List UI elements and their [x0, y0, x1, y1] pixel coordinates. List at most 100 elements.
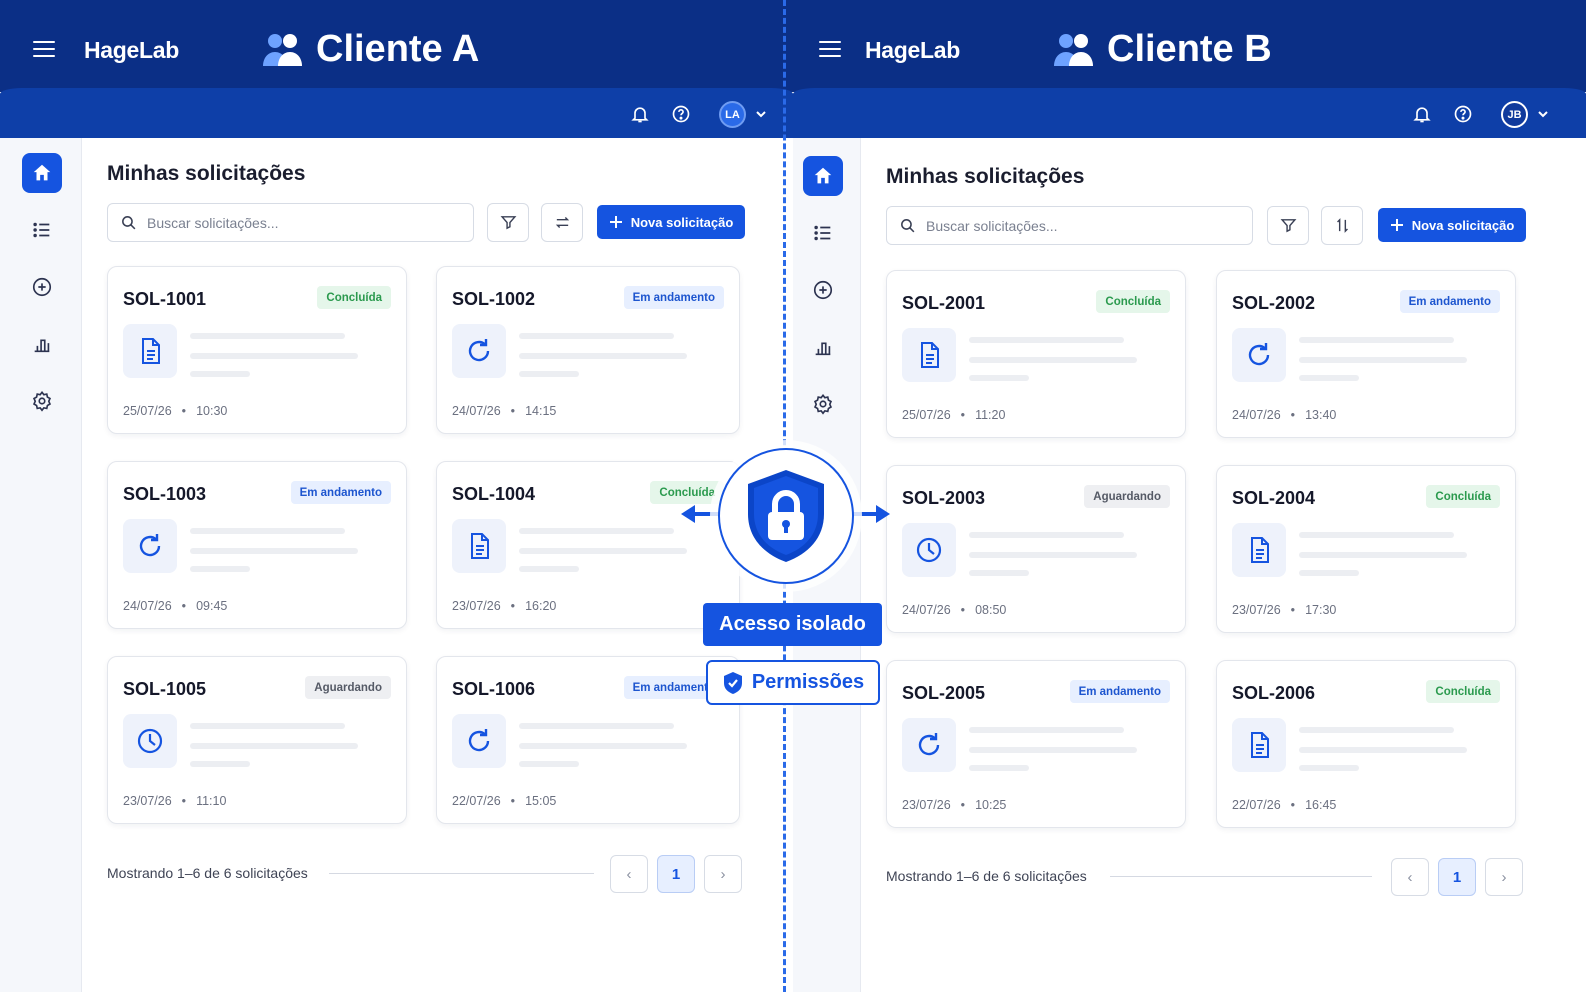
filter-button[interactable] [1267, 206, 1309, 245]
placeholder-line [190, 723, 345, 729]
request-id: SOL-1003 [123, 484, 207, 504]
status-badge: Aguardando [305, 676, 391, 699]
placeholder-line [1299, 727, 1454, 733]
next-page-button[interactable]: › [1485, 858, 1523, 896]
users-icon [263, 33, 302, 66]
request-id: SOL-2005 [902, 683, 986, 703]
home-icon [814, 167, 832, 184]
hamburger-menu-icon[interactable] [819, 41, 841, 59]
request-id: SOL-2004 [1232, 488, 1316, 508]
sidebar [0, 138, 82, 992]
search-input[interactable] [926, 217, 1226, 234]
request-id: SOL-2002 [1232, 293, 1316, 313]
main-content: Minhas solicitações Nova solicitação SOL… [861, 138, 1586, 992]
placeholder-line [969, 570, 1029, 576]
clock-icon [902, 523, 956, 577]
help-icon[interactable] [671, 104, 691, 124]
bell-icon[interactable] [1412, 104, 1432, 124]
sidebar-item-settings[interactable] [803, 384, 843, 424]
page-1-button[interactable]: 1 [657, 855, 695, 893]
request-card[interactable]: SOL-1003 Em andamento 24/07/26 • 09:45 [107, 461, 407, 629]
placeholder-line [1299, 375, 1359, 381]
request-meta: 23/07/26 • 10:25 [902, 798, 1006, 812]
document-icon [452, 519, 506, 573]
placeholder-line [190, 566, 250, 572]
separator-dot: • [1290, 603, 1296, 617]
request-card[interactable]: SOL-1002 Em andamento 24/07/26 • 14:15 [436, 266, 740, 434]
bar-chart-icon [815, 342, 831, 356]
request-date: 22/07/26 [1232, 798, 1281, 812]
request-card[interactable]: SOL-1004 Concluída 23/07/26 • 16:20 [436, 461, 740, 629]
filter-button[interactable] [487, 203, 529, 242]
request-time: 17:30 [1305, 603, 1337, 617]
chevron-down-icon[interactable] [755, 108, 767, 120]
request-card[interactable]: SOL-1001 Concluída 25/07/26 • 10:30 [107, 266, 407, 434]
placeholder-line [1299, 337, 1454, 343]
help-icon[interactable] [1453, 104, 1473, 124]
request-card[interactable]: SOL-2003 Aguardando 24/07/26 • 08:50 [886, 465, 1186, 633]
sidebar-item-add[interactable] [22, 267, 62, 307]
refresh-icon [1232, 328, 1286, 382]
new-request-button[interactable]: Nova solicitação [597, 205, 745, 239]
document-icon [1232, 523, 1286, 577]
sidebar-item-settings[interactable] [22, 381, 62, 421]
avatar[interactable]: LA [719, 101, 746, 128]
placeholder-line [519, 548, 687, 554]
client-title: Cliente B [1053, 28, 1272, 71]
bell-icon[interactable] [630, 104, 650, 124]
new-request-button[interactable]: Nova solicitação [1378, 208, 1526, 242]
placeholder-line [969, 337, 1124, 343]
pagination-summary: Mostrando 1–6 de 6 solicitações [107, 865, 308, 881]
placeholder-line [519, 333, 674, 339]
request-card[interactable]: SOL-2004 Concluída 23/07/26 • 17:30 [1216, 465, 1516, 633]
placeholder-line [519, 723, 674, 729]
chevron-down-icon[interactable] [1537, 108, 1549, 120]
prev-page-button[interactable]: ‹ [1391, 858, 1429, 896]
sidebar-item-home[interactable] [22, 153, 62, 193]
avatar[interactable]: JB [1501, 101, 1528, 128]
sidebar-item-reports[interactable] [22, 324, 62, 364]
placeholder-line [519, 371, 579, 377]
request-date: 22/07/26 [452, 794, 501, 808]
request-card[interactable]: SOL-2001 Concluída 25/07/26 • 11:20 [886, 270, 1186, 438]
page-title: Minhas solicitações [886, 165, 1085, 188]
request-card[interactable]: SOL-2006 Concluída 22/07/26 • 16:45 [1216, 660, 1516, 828]
placeholder-line [519, 566, 579, 572]
separator-dot: • [510, 794, 516, 808]
request-card[interactable]: SOL-1005 Aguardando 23/07/26 • 11:10 [107, 656, 407, 824]
request-date: 25/07/26 [123, 404, 172, 418]
sidebar-item-reports[interactable] [803, 327, 843, 367]
sort-button[interactable] [1321, 206, 1363, 245]
request-meta: 23/07/26 • 17:30 [1232, 603, 1336, 617]
document-icon [1232, 718, 1286, 772]
status-badge: Concluída [317, 286, 391, 309]
prev-page-button[interactable]: ‹ [610, 855, 648, 893]
next-page-button[interactable]: › [704, 855, 742, 893]
request-card[interactable]: SOL-1006 Em andamento 22/07/26 • 15:05 [436, 656, 740, 824]
refresh-icon [452, 714, 506, 768]
refresh-icon [452, 324, 506, 378]
request-card[interactable]: SOL-2002 Em andamento 24/07/26 • 13:40 [1216, 270, 1516, 438]
separator-dot: • [181, 404, 187, 418]
placeholder-line [1299, 765, 1359, 771]
request-time: 08:50 [975, 603, 1007, 617]
filter-icon [500, 216, 516, 230]
request-meta: 25/07/26 • 10:30 [123, 404, 227, 418]
request-card[interactable]: SOL-2005 Em andamento 23/07/26 • 10:25 [886, 660, 1186, 828]
request-date: 23/07/26 [452, 599, 501, 613]
sidebar-item-add[interactable] [803, 270, 843, 310]
sidebar-item-home[interactable] [803, 156, 843, 196]
status-badge: Em andamento [290, 481, 391, 504]
request-id: SOL-1005 [123, 679, 207, 699]
request-meta: 23/07/26 • 16:20 [452, 599, 556, 613]
sort-button[interactable] [541, 203, 583, 242]
search-input[interactable] [147, 214, 447, 231]
placeholder-line [519, 353, 687, 359]
sidebar-item-list[interactable] [803, 213, 843, 253]
permissions-button[interactable]: Permissões [706, 660, 880, 705]
sidebar-item-list[interactable] [22, 210, 62, 250]
hamburger-menu-icon[interactable] [33, 41, 55, 59]
page-1-button[interactable]: 1 [1438, 858, 1476, 896]
pagination-summary: Mostrando 1–6 de 6 solicitações [886, 868, 1087, 884]
placeholder-line [190, 528, 345, 534]
